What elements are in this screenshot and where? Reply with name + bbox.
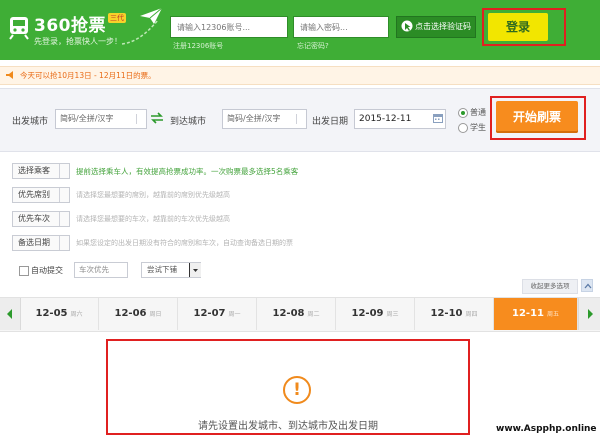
passenger-help-text: 提前选择乘车人，有效提高抢票成功率。一次购票最多选择5名乘客	[76, 167, 299, 176]
collapse-arrow-icon[interactable]	[581, 279, 593, 292]
chevron-down-icon[interactable]	[59, 164, 70, 178]
previous-dates-button[interactable]	[0, 298, 21, 330]
arrival-city-label: 到达城市	[170, 117, 207, 127]
collapse-more-options-link[interactable]: 收起更多选项	[522, 279, 578, 294]
departure-city-placeholder: 简码/全拼/汉字	[60, 114, 114, 123]
ticket-type-student-label: 学生	[470, 123, 486, 132]
auto-submit-checkbox[interactable]	[19, 266, 29, 276]
date-tab[interactable]: 12-08 周二	[257, 298, 336, 330]
preferred-train-label: 优先车次	[18, 214, 50, 223]
forgot-password-link[interactable]: 忘记密码?	[297, 41, 329, 51]
site-watermark: www.Aspphp.online	[496, 424, 597, 434]
date-tab-date: 12-09	[351, 308, 384, 319]
date-tab-weekday: 周五	[546, 311, 559, 318]
highlight-box-start	[490, 96, 586, 140]
highlight-box-login	[482, 8, 566, 46]
arrival-city-placeholder: 简码/全拼/汉字	[227, 114, 281, 123]
arrival-dropdown-icon[interactable]	[296, 114, 307, 124]
departure-dropdown-icon[interactable]	[136, 114, 147, 124]
berth-dropdown-arrow-icon[interactable]	[189, 263, 201, 277]
date-tab-weekday: 周二	[307, 311, 320, 318]
berth-option-value: 尝试下铺	[147, 265, 177, 274]
date-tab[interactable]: 12-05 周六	[20, 298, 99, 330]
preferred-seat-label: 优先席别	[18, 190, 50, 199]
username-input[interactable]	[170, 16, 288, 38]
date-tab-weekday: 周日	[149, 311, 162, 318]
select-passenger-label: 选择乘客	[18, 166, 50, 175]
date-tab-weekday: 周四	[465, 311, 478, 318]
date-tab-date: 12-10	[430, 308, 463, 319]
date-tab-date: 12-07	[193, 308, 226, 319]
date-tab[interactable]: 12-07 周一	[178, 298, 257, 330]
megaphone-icon	[6, 71, 13, 79]
auto-submit-label: 自动提交	[31, 266, 63, 275]
swap-cities-icon[interactable]	[150, 112, 164, 124]
date-tab-active[interactable]: 12-11 周五	[494, 298, 578, 330]
chevron-down-icon[interactable]	[59, 188, 70, 202]
departure-date-value: 2015-12-11	[359, 114, 412, 124]
alternate-date-label: 备选日期	[18, 238, 50, 247]
pointer-cursor-icon	[401, 20, 413, 32]
booking-window-notice: 今天可以抢10月13日 - 12月11日的票。	[20, 71, 156, 80]
empty-state-message: 请先设置出发城市、到达城市及出发日期	[198, 421, 378, 432]
train-help-text: 请选择您最想要的车次，越靠前的车次优先级越高	[76, 215, 230, 223]
date-tab-date: 12-08	[272, 308, 305, 319]
seat-help-text: 请选择您最想要的席别，越靠前的席别优先级越高	[76, 191, 230, 199]
alternate-date-help-text: 如果您设定的出发日期没有符合的席别和车次，自动查询备选日期的票	[76, 239, 293, 247]
app-slogan: 先登录，抢票快人一步！	[34, 37, 122, 46]
paper-plane-icon	[140, 7, 163, 24]
ticket-type-normal-label: 普通	[470, 108, 486, 117]
next-dates-button[interactable]	[578, 298, 600, 330]
date-tab-weekday: 周一	[228, 311, 241, 318]
exclamation-icon: !	[283, 376, 311, 404]
password-input[interactable]	[293, 16, 389, 38]
date-tab-date: 12-05	[35, 308, 68, 319]
chevron-down-icon[interactable]	[59, 212, 70, 226]
departure-date-label: 出发日期	[312, 117, 349, 127]
chevron-down-icon[interactable]	[59, 236, 70, 250]
date-tab[interactable]: 12-06 周日	[99, 298, 178, 330]
train-priority-select[interactable]: 车次优先	[74, 262, 128, 278]
arrival-city-input[interactable]: 简码/全拼/汉字	[222, 109, 307, 129]
calendar-icon[interactable]	[433, 113, 443, 123]
date-tab-date: 12-06	[114, 308, 147, 319]
app-logo-title: 360抢票	[34, 16, 106, 36]
train-priority-value: 车次优先	[79, 265, 109, 274]
date-tab-weekday: 周三	[386, 311, 399, 318]
ticket-type-normal-radio[interactable]	[458, 108, 468, 118]
date-tab-weekday: 周六	[70, 311, 83, 318]
departure-city-label: 出发城市	[12, 117, 49, 127]
date-tab[interactable]: 12-10 周四	[415, 298, 494, 330]
ticket-type-student-radio[interactable]	[458, 123, 468, 133]
date-tab-date: 12-11	[512, 308, 544, 319]
register-account-link[interactable]: 注册12306账号	[173, 41, 223, 51]
departure-city-input[interactable]: 简码/全拼/汉字	[55, 109, 147, 129]
train-logo-icon	[9, 17, 29, 40]
captcha-button-label: 点击选择验证码	[415, 22, 471, 31]
date-tab[interactable]: 12-09 周三	[336, 298, 415, 330]
